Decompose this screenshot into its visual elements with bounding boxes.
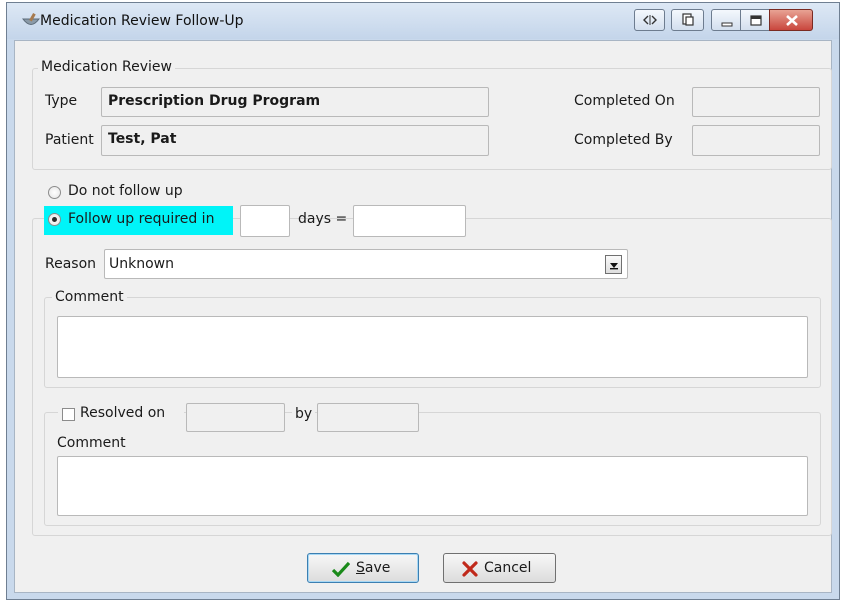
restore-split-button[interactable] [634, 9, 665, 31]
restore-split-icon [643, 15, 657, 25]
follow-up-required-option[interactable]: Follow up required in [44, 206, 233, 235]
medication-review-legend: Medication Review [38, 59, 175, 75]
cancel-x-icon [462, 561, 478, 577]
resolution-comment-textarea[interactable] [57, 456, 808, 516]
follow-up-comment-legend: Comment [52, 289, 127, 305]
save-button[interactable]: Save [307, 553, 419, 583]
cancel-button-label: Cancel [484, 560, 532, 576]
patient-field: Test, Pat [101, 125, 489, 156]
minimize-button[interactable] [711, 9, 741, 31]
completed-by-field [692, 125, 820, 156]
close-button[interactable] [769, 9, 813, 31]
window-title: Medication Review Follow-Up [40, 13, 244, 29]
chevron-down-icon [610, 263, 618, 270]
no-follow-up-label[interactable]: Do not follow up [68, 183, 183, 199]
checkmark-icon [332, 561, 350, 577]
completed-on-label: Completed On [574, 93, 675, 109]
days-input[interactable] [240, 205, 290, 237]
mortar-pestle-icon [22, 13, 40, 25]
minimize-icon [721, 22, 733, 27]
type-label: Type [45, 93, 78, 109]
resolved-label[interactable]: Resolved on [80, 405, 165, 421]
follow-up-comment-textarea[interactable] [57, 316, 808, 378]
by-label: by [292, 406, 316, 422]
close-icon [786, 15, 798, 26]
cancel-button[interactable]: Cancel [443, 553, 556, 583]
resolved-checkbox-option[interactable]: Resolved on [58, 402, 184, 424]
maximize-icon [750, 15, 762, 26]
maximize-button[interactable] [740, 9, 770, 31]
title-bar[interactable]: Medication Review Follow-Up [7, 3, 839, 39]
reason-select[interactable]: Unknown [104, 249, 628, 279]
resolved-on-field[interactable] [186, 403, 285, 432]
reason-dropdown-button[interactable] [605, 255, 622, 274]
copy-window-icon [682, 13, 694, 26]
reason-label: Reason [45, 256, 97, 272]
resolution-comment-label: Comment [57, 435, 126, 451]
resolved-checkbox[interactable] [62, 408, 75, 421]
no-follow-up-radio[interactable] [48, 186, 61, 199]
patient-value: Test, Pat [108, 131, 177, 147]
copy-window-button[interactable] [671, 9, 704, 31]
type-value: Prescription Drug Program [108, 93, 321, 109]
follow-up-date-input[interactable] [353, 205, 466, 237]
days-equals-label: days = [298, 211, 348, 227]
completed-on-field [692, 87, 820, 117]
follow-up-required-label[interactable]: Follow up required in [68, 211, 214, 227]
reason-selected-value: Unknown [109, 256, 174, 272]
type-field: Prescription Drug Program [101, 87, 489, 117]
save-button-label: Save [356, 560, 391, 576]
resolved-by-field[interactable] [317, 403, 419, 432]
follow-up-required-radio[interactable] [48, 213, 61, 226]
completed-by-label: Completed By [574, 132, 673, 148]
patient-label: Patient [45, 132, 94, 148]
